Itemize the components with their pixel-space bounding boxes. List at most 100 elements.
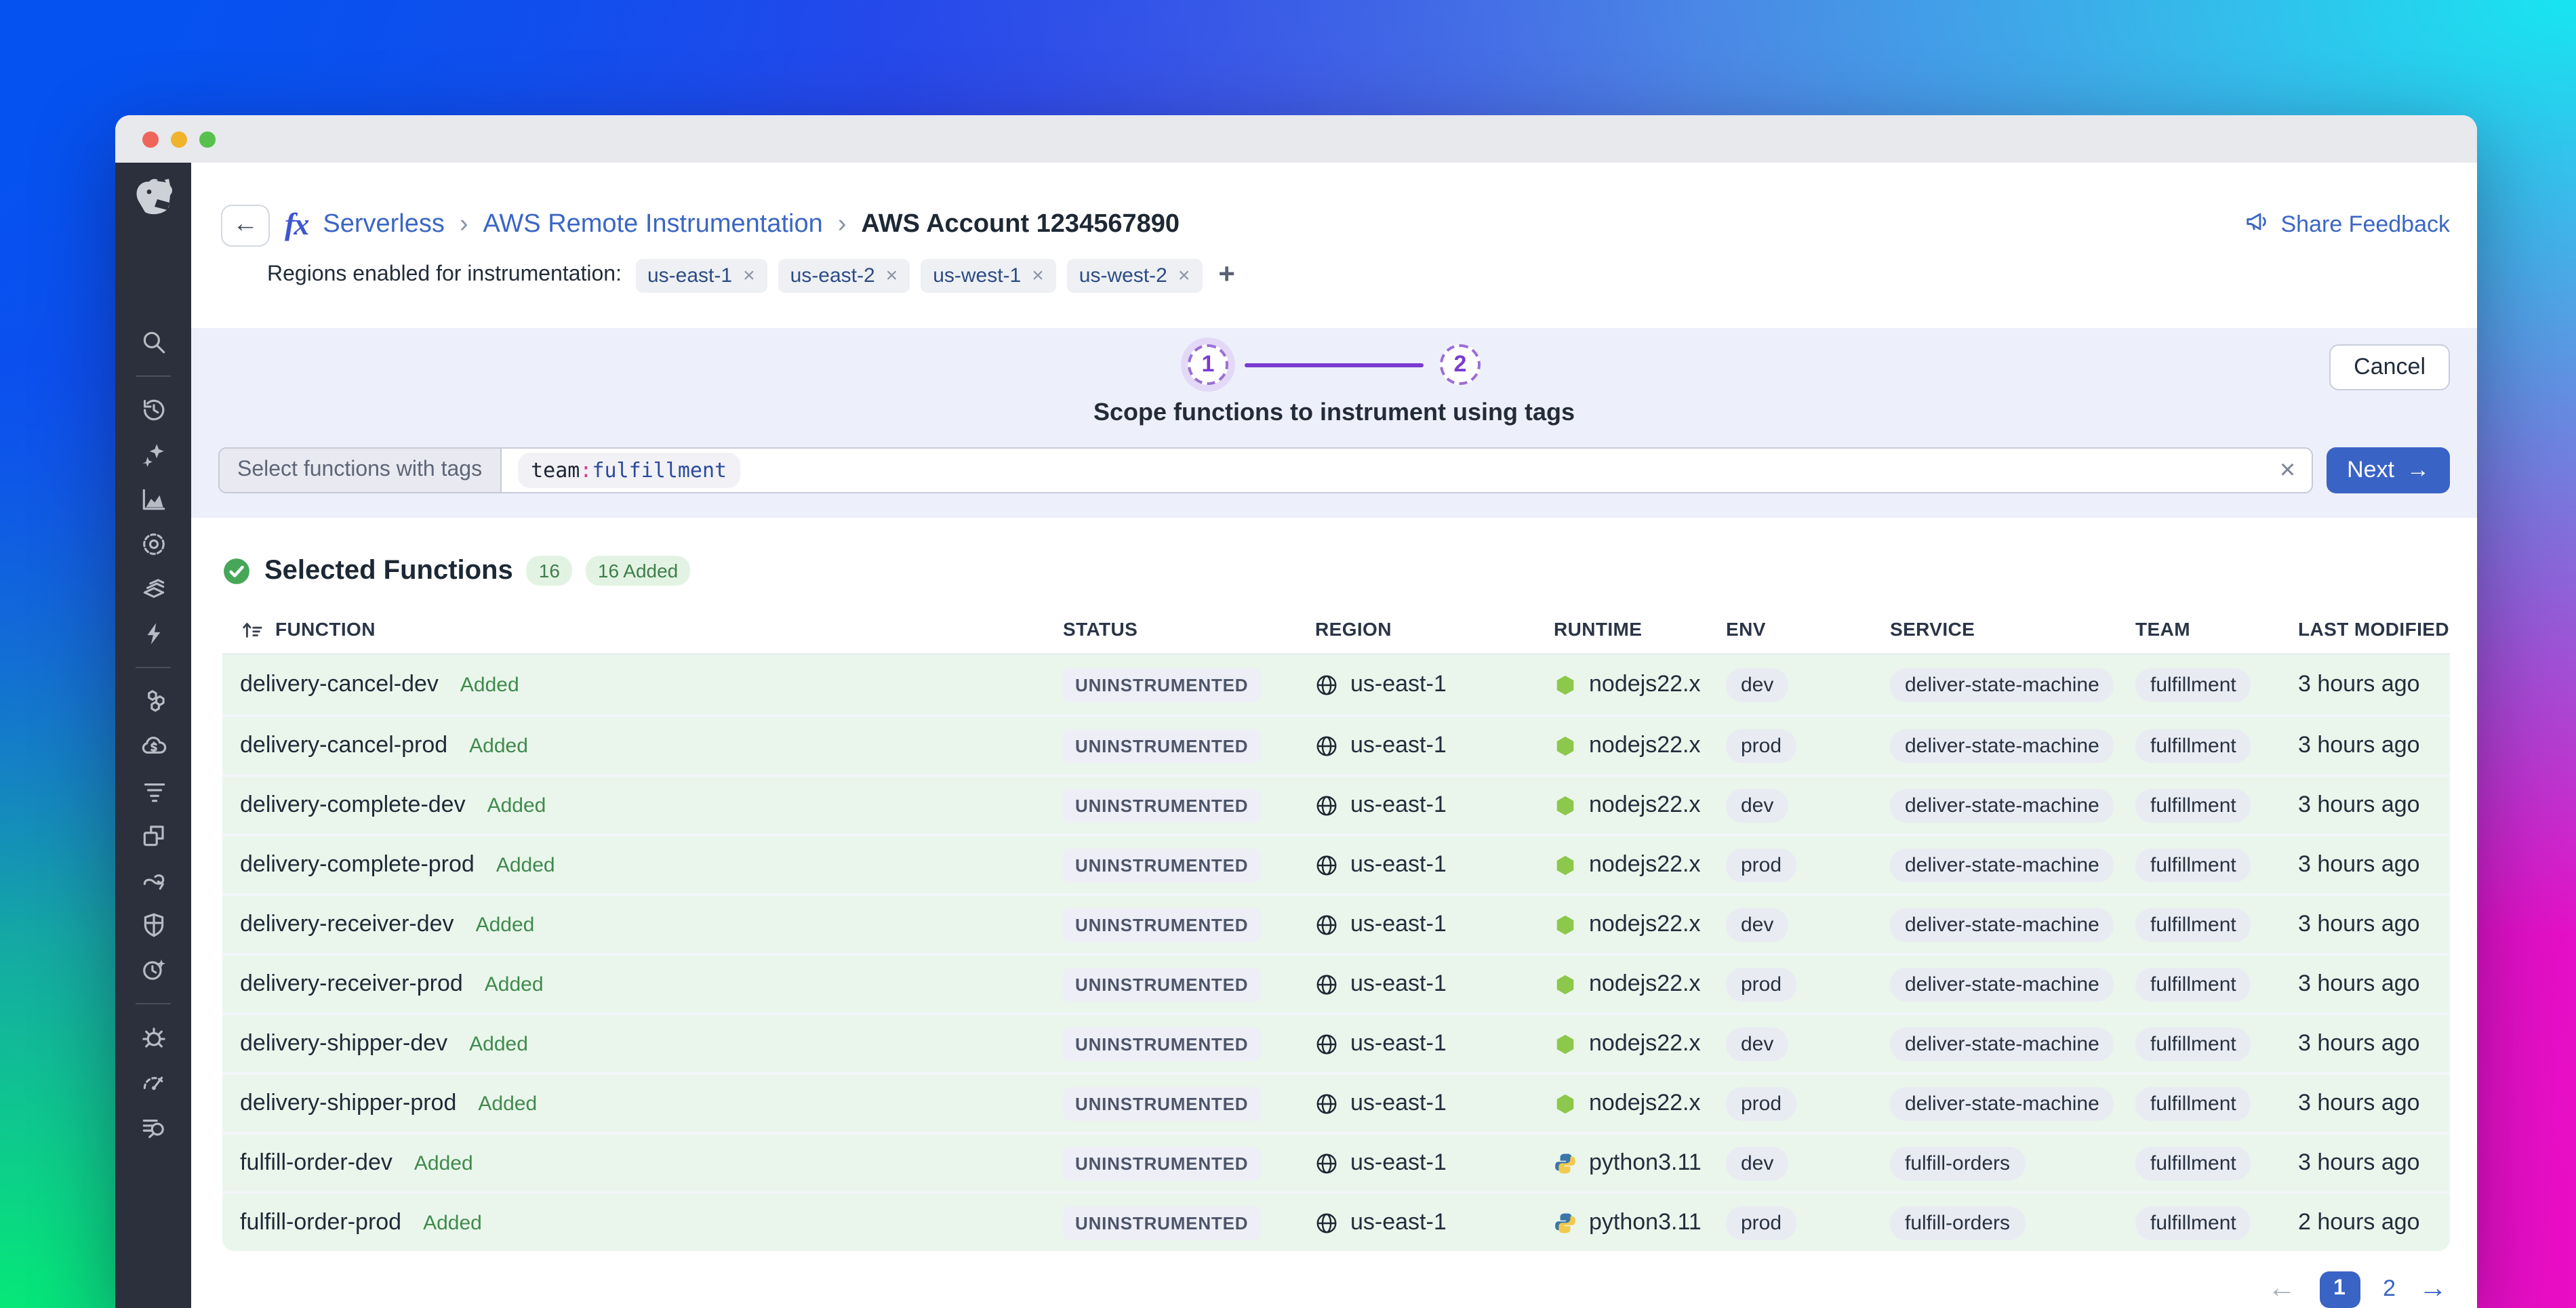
function-name: delivery-shipper-prod	[240, 1090, 456, 1117]
app-builder-icon[interactable]	[139, 821, 167, 850]
search-icon[interactable]	[139, 328, 167, 356]
breadcrumb-link-aws-remote-instrumentation[interactable]: AWS Remote Instrumentation	[483, 210, 823, 240]
copilot-sparkles-icon[interactable]	[139, 441, 167, 469]
remove-region-icon[interactable]: ×	[743, 264, 755, 287]
security-icon[interactable]	[139, 911, 167, 939]
remove-region-icon[interactable]: ×	[1178, 264, 1190, 287]
table-row[interactable]: delivery-receiver-dev Added UNINSTRUMENT…	[222, 893, 2450, 953]
region-chip[interactable]: us-west-1 ×	[921, 258, 1056, 292]
nodejs-icon	[1554, 794, 1577, 817]
service-pill: deliver-state-machine	[1890, 1027, 2114, 1061]
next-button[interactable]: Next →	[2327, 447, 2450, 493]
log-management-icon[interactable]	[139, 777, 167, 805]
team-pill: fulfillment	[2135, 848, 2251, 882]
zoom-window-button[interactable]	[199, 131, 216, 147]
serverless-icon[interactable]	[139, 619, 167, 648]
page-2-button[interactable]: 2	[2383, 1275, 2396, 1303]
error-tracking-icon[interactable]	[139, 1023, 167, 1052]
team-pill: fulfillment	[2135, 1206, 2251, 1240]
added-count-badge: 16 Added	[586, 556, 690, 586]
tag-chip[interactable]: team:fulfillment	[517, 453, 740, 488]
last-modified: 3 hours ago	[2298, 911, 2450, 938]
column-header-function[interactable]: FUNCTION	[222, 617, 1063, 640]
nodejs-icon	[1554, 673, 1577, 696]
column-header-team[interactable]: TEAM	[2135, 618, 2298, 640]
selected-functions-header: Selected Functions 16 16 Added	[222, 553, 2450, 588]
check-circle-icon	[222, 556, 251, 585]
last-modified: 3 hours ago	[2298, 732, 2450, 759]
column-header-service[interactable]: SERVICE	[1890, 618, 2135, 640]
close-window-button[interactable]	[142, 131, 159, 147]
share-feedback-link[interactable]: Share Feedback	[2245, 209, 2451, 241]
globe-icon	[1315, 853, 1338, 876]
column-header-env[interactable]: ENV	[1726, 618, 1890, 640]
globe-icon	[1315, 673, 1338, 696]
back-button[interactable]: ←	[221, 204, 270, 246]
env-pill: dev	[1726, 1146, 1788, 1180]
status-badge: UNINSTRUMENTED	[1063, 1027, 1260, 1061]
table-header: FUNCTION STATUS REGION RUNTIME ENV SERVI…	[222, 605, 2450, 655]
region-chip[interactable]: us-west-2 ×	[1067, 258, 1203, 292]
region-chip-list: us-east-1 × us-east-2 × us-west-1 × us-w…	[635, 258, 1202, 292]
tag-search-control[interactable]: Select functions with tags team:fulfillm…	[218, 447, 2313, 493]
table-row[interactable]: delivery-complete-dev Added UNINSTRUMENT…	[222, 774, 2450, 834]
column-header-last-modified[interactable]: LAST MODIFIED	[2298, 618, 2450, 640]
region-chip[interactable]: us-east-2 ×	[778, 258, 910, 292]
infrastructure-icon[interactable]	[139, 687, 167, 716]
region-text: us-east-1	[1350, 1030, 1447, 1057]
add-region-button[interactable]: +	[1218, 259, 1235, 291]
region-text: us-east-1	[1350, 732, 1447, 759]
history-icon[interactable]	[139, 396, 167, 424]
env-pill: dev	[1726, 907, 1788, 941]
cancel-button[interactable]: Cancel	[2329, 344, 2450, 390]
section-title: Selected Functions	[264, 555, 513, 586]
window-titlebar[interactable]	[115, 115, 2477, 163]
function-name: delivery-complete-prod	[240, 851, 475, 878]
ci-visibility-icon[interactable]	[139, 530, 167, 558]
page-1-button[interactable]: 1	[2319, 1271, 2360, 1307]
env-pill: prod	[1726, 967, 1796, 1001]
prev-page-button[interactable]: ←	[2268, 1273, 2296, 1305]
metrics-icon[interactable]	[139, 485, 167, 514]
count-badge: 16	[527, 556, 572, 586]
datadog-bits-logo[interactable]	[129, 173, 178, 222]
table-row[interactable]: delivery-cancel-prod Added UNINSTRUMENTE…	[222, 714, 2450, 774]
minimize-window-button[interactable]	[171, 131, 187, 147]
added-badge: Added	[414, 1152, 473, 1175]
status-badge: UNINSTRUMENTED	[1063, 729, 1260, 762]
breadcrumb-link-serverless[interactable]: Serverless	[323, 210, 445, 240]
table-row[interactable]: fulfill-order-prod Added UNINSTRUMENTED …	[222, 1191, 2450, 1251]
globe-icon	[1315, 973, 1338, 996]
service-pill: fulfill-orders	[1890, 1146, 2025, 1180]
function-name: delivery-shipper-dev	[240, 1030, 447, 1057]
wizard-stepper: 1 2	[218, 344, 2450, 385]
table-row[interactable]: delivery-shipper-dev Added UNINSTRUMENTE…	[222, 1013, 2450, 1072]
tag-value: fulfillment	[592, 458, 727, 483]
siem-icon[interactable]	[139, 956, 167, 984]
software-catalog-icon[interactable]	[139, 575, 167, 603]
profiling-icon[interactable]	[139, 1068, 167, 1097]
clear-search-icon[interactable]: ×	[2280, 455, 2295, 486]
remove-region-icon[interactable]: ×	[1032, 264, 1044, 287]
workflow-automation-icon[interactable]	[139, 866, 167, 895]
region-chip[interactable]: us-east-1 ×	[635, 258, 767, 292]
table-row[interactable]: delivery-complete-prod Added UNINSTRUMEN…	[222, 834, 2450, 893]
last-modified: 3 hours ago	[2298, 1030, 2450, 1057]
table-row[interactable]: fulfill-order-dev Added UNINSTRUMENTED u…	[222, 1132, 2450, 1191]
breadcrumb-bar: ← fx Serverless › AWS Remote Instrumenta…	[191, 163, 2477, 247]
next-page-button[interactable]: →	[2419, 1273, 2447, 1305]
column-header-status[interactable]: STATUS	[1063, 618, 1315, 640]
regions-row: Regions enabled for instrumentation: us-…	[267, 255, 2450, 295]
cloud-cost-icon[interactable]	[139, 732, 167, 760]
remove-region-icon[interactable]: ×	[886, 264, 898, 287]
tag-separator: :	[580, 458, 592, 483]
column-header-runtime[interactable]: RUNTIME	[1554, 618, 1726, 640]
table-row[interactable]: delivery-cancel-dev Added UNINSTRUMENTED…	[222, 655, 2450, 714]
table-row[interactable]: delivery-receiver-prod Added UNINSTRUMEN…	[222, 953, 2450, 1013]
log-explorer-icon[interactable]	[139, 1113, 167, 1141]
runtime-text: python3.11	[1589, 1149, 1702, 1177]
table-row[interactable]: delivery-shipper-prod Added UNINSTRUMENT…	[222, 1072, 2450, 1132]
page-title: AWS Account 1234567890	[861, 210, 1180, 240]
column-header-region[interactable]: REGION	[1315, 618, 1554, 640]
tag-search-input[interactable]: team:fulfillment ×	[501, 449, 2312, 492]
